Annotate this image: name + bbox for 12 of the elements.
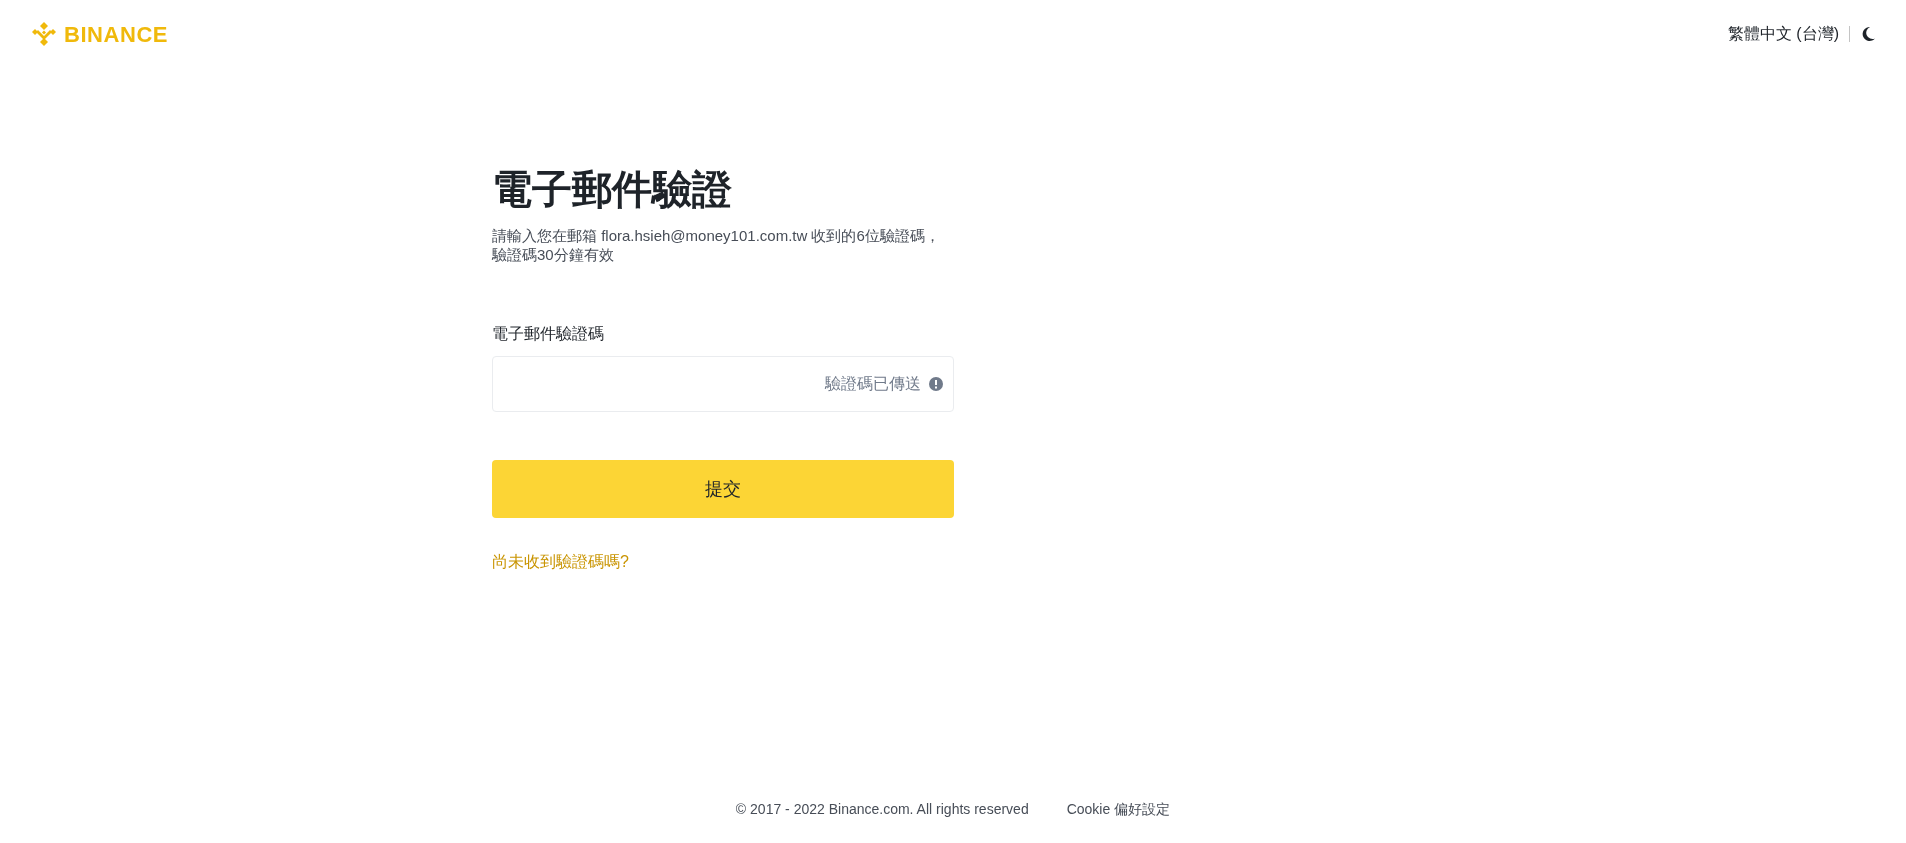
description-text: 請輸入您在郵箱 flora.hsieh@money101.com.tw 收到的6位驗證碼，驗證碼30分鐘有效 (492, 226, 941, 264)
logo-icon (30, 20, 58, 48)
alert-icon (929, 377, 943, 391)
verification-code-field[interactable]: 驗證碼已傳送 (492, 356, 954, 412)
language-selector[interactable]: 繁體中文 (台灣) (1727, 22, 1839, 46)
submit-button[interactable]: 提交 (492, 460, 954, 518)
cookie-preferences-link[interactable]: Cookie 偏好設定 (1066, 799, 1171, 820)
moon-icon[interactable] (1860, 26, 1876, 42)
field-label: 電子郵件驗證碼 (492, 324, 605, 344)
copyright-text: © 2017 - 2022 Binance.com. All rights reserved (735, 800, 1029, 819)
code-sent-status: 驗證碼已傳送 (825, 374, 921, 394)
page-title: 電子郵件驗證 (492, 166, 733, 213)
